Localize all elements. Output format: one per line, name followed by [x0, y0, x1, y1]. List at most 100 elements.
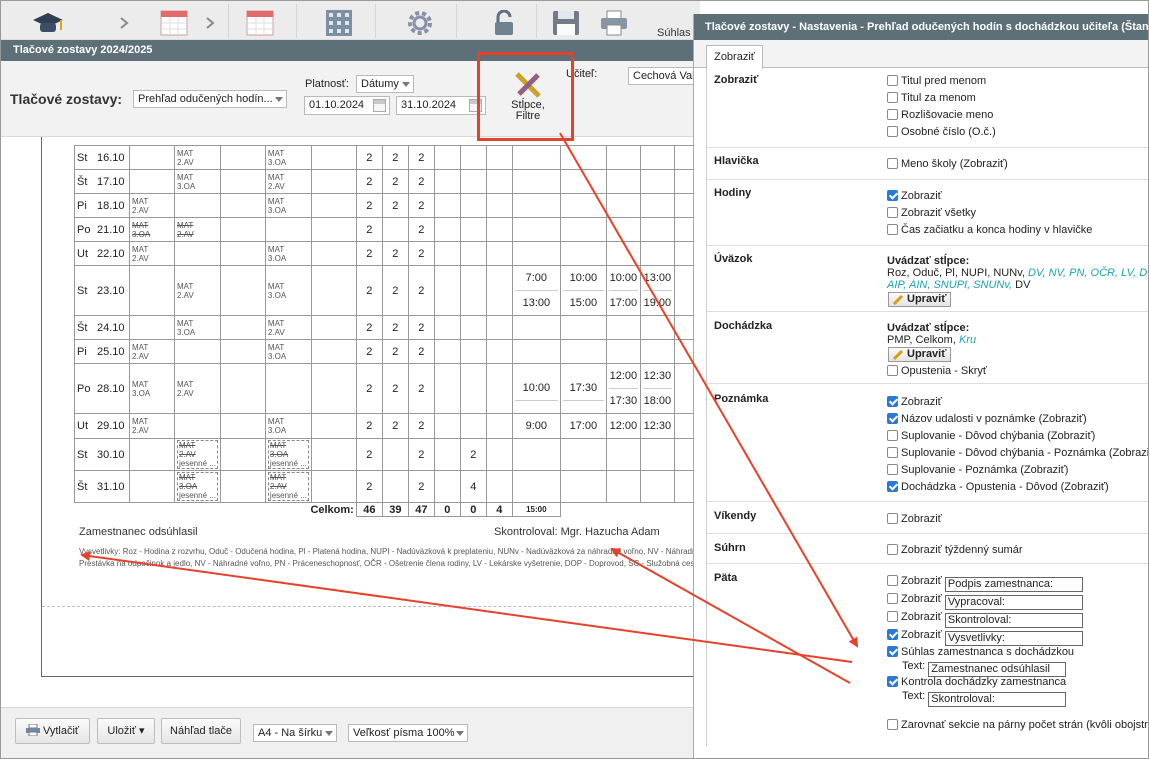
subject-line: 2.AV — [269, 482, 287, 491]
subject-cell — [129, 438, 175, 471]
subject-line: 3.OA — [267, 351, 287, 361]
checkbox[interactable] — [887, 719, 898, 730]
skontroloval-input[interactable]: Skontroloval: — [944, 613, 1083, 628]
vysvetlivky-input[interactable]: Vysvetlivky: — [944, 631, 1083, 646]
checkbox[interactable] — [887, 126, 898, 137]
uvazok-edit-button[interactable]: Upraviť — [888, 292, 951, 307]
vypracoval-input[interactable]: Vypracoval: — [944, 595, 1083, 610]
checkbox[interactable] — [887, 158, 898, 169]
tab-zobrazit[interactable]: Zobraziť — [706, 45, 763, 69]
option-pata-podpis[interactable]: Zobraziť Podpis zamestnanca: — [887, 574, 1083, 592]
option-label: Zobraziť týždenný sumár — [901, 544, 1023, 556]
subject-line: jesenné ... — [179, 491, 216, 500]
printer-icon[interactable] — [598, 10, 630, 36]
calendar-icon[interactable] — [373, 99, 386, 112]
checkbox[interactable] — [887, 365, 898, 376]
dochadzka-edit-button[interactable]: Upraviť — [888, 347, 951, 362]
preview-button[interactable]: Náhľad tlače — [161, 718, 241, 744]
paper-select[interactable]: A4 - Na šírku — [253, 724, 337, 742]
report-select-value: Prehľad odučených hodín... — [138, 93, 273, 105]
chevron-right-icon[interactable] — [204, 10, 216, 36]
total-value: 4 — [485, 502, 513, 517]
checkbox-checked[interactable] — [887, 629, 898, 640]
checkbox[interactable] — [887, 593, 898, 604]
option-titul-pred[interactable]: Titul pred menom — [887, 74, 986, 88]
date-to-input[interactable]: 31.10.2024 — [396, 96, 486, 115]
time-cell: 10:00 — [511, 363, 561, 414]
option-kontrola-dochadzky[interactable]: Kontrola dochádzky zamestnanca — [887, 675, 1066, 689]
graduation-cap-icon[interactable] — [32, 10, 64, 36]
option-meno-skoly[interactable]: Meno školy (Zobraziť) — [887, 157, 1008, 171]
unlock-icon[interactable] — [488, 9, 520, 36]
checkbox[interactable] — [887, 464, 898, 475]
checkbox[interactable] — [887, 575, 898, 586]
print-button[interactable]: Vytlačiť — [15, 718, 90, 744]
option-hodiny-vsetky[interactable]: Zobraziť všetky — [887, 206, 976, 220]
checkbox[interactable] — [887, 207, 898, 218]
option-suplovanie-poznamka[interactable]: Suplovanie - Poznámka (Zobraziť) — [887, 463, 1068, 477]
option-suhlas-zamestnanca[interactable]: Súhlas zamestnanca s dochádzkou — [887, 645, 1074, 659]
option-tyzdenny-sumar[interactable]: Zobraziť týždenný sumár — [887, 543, 1023, 557]
save-dropdown-button[interactable]: Uložiť ▾ — [97, 718, 155, 744]
option-poznamka-zobrazit[interactable]: Zobraziť — [887, 395, 942, 409]
option-cas-zaciatku[interactable]: Čas začiatku a konca hodiny v hlavičke — [887, 223, 1092, 237]
option-pata-vypracoval[interactable]: Zobraziť Vypracoval: — [887, 592, 1083, 610]
checkbox-checked[interactable] — [887, 481, 898, 492]
ucitel-select[interactable]: Cechová Val — [628, 67, 700, 85]
text-label: Text: — [902, 660, 926, 672]
podpis-input[interactable]: Podpis zamestnanca: — [944, 577, 1083, 592]
time-cell — [559, 339, 607, 364]
checkbox-checked[interactable] — [887, 646, 898, 657]
save-icon[interactable] — [550, 10, 582, 36]
date-from-input[interactable]: 01.10.2024 — [304, 96, 390, 115]
option-hodiny-zobrazit[interactable]: Zobraziť — [887, 189, 942, 203]
option-suplovanie-dovod-poznamka[interactable]: Suplovanie - Dôvod chýbania - Poznámka (… — [887, 446, 1149, 460]
dochadzka-plain: PMP, Celkom, — [887, 334, 956, 346]
time-cell — [559, 217, 607, 242]
checkbox[interactable] — [887, 224, 898, 235]
building-icon[interactable] — [323, 10, 355, 36]
chevron-right-icon[interactable] — [118, 10, 130, 36]
kontrola-text-input[interactable]: Skontroloval: — [928, 692, 1067, 707]
checkbox[interactable] — [887, 447, 898, 458]
gear-icon[interactable] — [404, 10, 436, 36]
report-select[interactable]: Prehľad odučených hodín... — [133, 90, 287, 108]
suhlas-label[interactable]: Súhlas — [657, 27, 691, 39]
checkbox[interactable] — [887, 92, 898, 103]
checkbox[interactable] — [887, 109, 898, 120]
calendar-icon[interactable] — [158, 10, 190, 36]
checkbox[interactable] — [887, 513, 898, 524]
number-cell: 2 — [355, 315, 383, 340]
option-pata-skontroloval[interactable]: Zobraziť Skontroloval: — [887, 610, 1083, 628]
checkbox-checked[interactable] — [887, 413, 898, 424]
checkbox-checked[interactable] — [887, 396, 898, 407]
subject-cell: MAT 3.OA jesenné ... — [174, 470, 221, 503]
time-cell — [605, 241, 641, 266]
date: 16.10 — [97, 151, 125, 164]
filter-panel: Tlačové zostavy: Prehľad odučených hodín… — [0, 61, 700, 137]
option-zarovnat-sekcie[interactable]: Zarovnať sekcie na párny počet strán (kv… — [887, 718, 1149, 732]
option-vikendy[interactable]: Zobraziť — [887, 512, 942, 526]
platnost-select[interactable]: Dátumy — [356, 75, 414, 93]
number-cell — [310, 339, 357, 364]
option-osobne-cislo[interactable]: Osobné číslo (O.č.) — [887, 125, 996, 139]
option-titul-za[interactable]: Titul za menom — [887, 91, 976, 105]
option-nazov-udalosti[interactable]: Názov udalosti v poznámke (Zobraziť) — [887, 412, 1087, 426]
checkbox-checked[interactable] — [887, 676, 898, 687]
checkbox[interactable] — [887, 75, 898, 86]
checkbox[interactable] — [887, 430, 898, 441]
font-size-select[interactable]: Veľkosť písma 100% — [348, 724, 468, 742]
checkbox-checked[interactable] — [887, 190, 898, 201]
time-cell: 9:00 — [511, 413, 561, 439]
checkbox[interactable] — [887, 611, 898, 622]
calendar-icon[interactable] — [244, 10, 276, 36]
checkbox[interactable] — [887, 544, 898, 555]
option-rozlisovacie[interactable]: Rozlišovacie meno — [887, 108, 993, 122]
total-value: 39 — [381, 502, 409, 517]
uvazok-columns-2: AIP, AIN, SNUPI, SNUNv, DV — [887, 279, 1030, 291]
option-suplovanie-dovod[interactable]: Suplovanie - Dôvod chýbania (Zobraziť) — [887, 429, 1095, 443]
option-label: Suplovanie - Poznámka (Zobraziť) — [901, 464, 1069, 476]
option-opustenia-skryt[interactable]: Opustenia - Skryť — [887, 364, 987, 378]
option-pata-vysvetlivky[interactable]: Zobraziť Vysvetlivky: — [887, 628, 1083, 646]
option-dochadzka-opustenia[interactable]: Dochádzka - Opustenia - Dôvod (Zobraziť) — [887, 480, 1109, 494]
